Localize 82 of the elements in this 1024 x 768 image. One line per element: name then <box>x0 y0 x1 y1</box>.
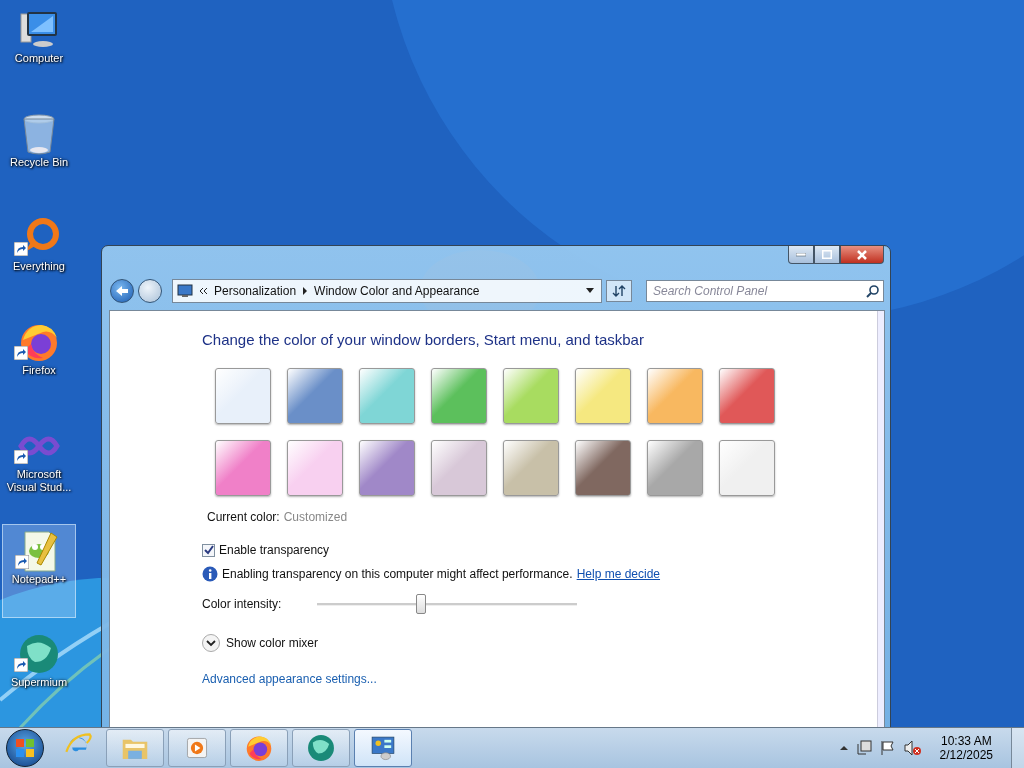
intensity-label: Color intensity: <box>202 597 282 611</box>
help-link[interactable]: Help me decide <box>576 567 661 581</box>
color-swatch[interactable] <box>503 368 559 424</box>
monitor-icon <box>177 284 193 298</box>
show-desktop-button[interactable] <box>1011 728 1024 768</box>
color-swatch[interactable] <box>359 368 415 424</box>
globe-icon <box>17 632 61 676</box>
windows-logo-icon <box>15 738 35 758</box>
color-swatch[interactable] <box>215 440 271 496</box>
forward-button[interactable] <box>138 279 162 303</box>
clock-date[interactable]: 2/12/2025 <box>939 748 993 762</box>
minimize-icon <box>796 252 806 257</box>
color-swatch[interactable] <box>431 440 487 496</box>
info-icon <box>202 566 218 582</box>
page-heading: Change the color of your window borders, Start menu, and taskbar <box>202 331 645 348</box>
expand-button[interactable] <box>202 634 220 652</box>
color-swatch[interactable] <box>215 368 271 424</box>
desktop-icon-label: Recycle Bin <box>9 156 69 169</box>
desktop-icon-label: Firefox <box>22 364 56 377</box>
desktop-shortcut[interactable]: Notepad++ <box>2 524 76 618</box>
color-swatch[interactable] <box>719 368 775 424</box>
current-color-label: Current color: <box>207 510 280 524</box>
taskbar-button[interactable] <box>292 729 350 767</box>
current-color-value: Customized <box>283 510 348 524</box>
color-mixer-label: Show color mixer <box>226 636 319 650</box>
desktop-shortcut[interactable]: Everything <box>2 212 76 306</box>
chevrons-icon <box>199 287 208 295</box>
refresh-icon <box>612 284 626 298</box>
chevron-down-icon <box>206 639 216 647</box>
desktop-shortcut[interactable]: Firefox <box>2 316 76 410</box>
close-icon <box>856 249 868 260</box>
color-swatch[interactable] <box>287 440 343 496</box>
start-button[interactable] <box>6 729 44 767</box>
clock-time[interactable]: 10:33 AM <box>940 734 992 748</box>
maximize-button[interactable] <box>814 246 840 264</box>
color-swatch[interactable] <box>719 440 775 496</box>
color-swatch[interactable] <box>503 440 559 496</box>
fox-browser-icon <box>244 733 274 763</box>
breadcrumb[interactable]: Window Color and Appearance <box>314 284 480 298</box>
maximize-icon <box>822 250 832 259</box>
taskbar-button[interactable] <box>230 729 288 767</box>
search-icon[interactable] <box>866 284 880 298</box>
desktop-icon-label: Computer <box>14 52 64 65</box>
taskbar-button[interactable] <box>168 729 226 767</box>
color-swatch[interactable] <box>575 368 631 424</box>
intensity-slider[interactable] <box>317 592 578 616</box>
speaker-muted-icon[interactable] <box>903 740 922 756</box>
desktop-icon-label: Supermium <box>10 676 68 689</box>
control-panel-icon <box>368 733 398 763</box>
desktop-icon-label: Everything <box>13 260 65 273</box>
color-swatch[interactable] <box>287 368 343 424</box>
flag-icon[interactable] <box>879 740 896 756</box>
desktop-icon-label: Microsoft Visual Stud... <box>5 468 73 494</box>
scrollbar[interactable] <box>877 311 884 727</box>
network-icon[interactable] <box>855 740 872 756</box>
desktop-shortcut[interactable]: Computer <box>2 4 76 98</box>
color-swatch[interactable] <box>647 440 703 496</box>
color-swatch[interactable] <box>575 440 631 496</box>
color-swatch[interactable] <box>431 368 487 424</box>
desktop-icon-label: Notepad++ <box>11 573 67 586</box>
back-arrow-icon <box>115 285 129 297</box>
transparency-label: Enable transparency <box>219 543 330 557</box>
breadcrumb[interactable]: Personalization <box>214 284 297 298</box>
breadcrumb-arrow-icon <box>302 287 309 295</box>
close-button[interactable] <box>840 246 884 264</box>
advanced-settings-link[interactable]: Advanced appearance settings... <box>202 672 377 686</box>
refresh-button[interactable] <box>606 280 632 302</box>
info-text: Enabling transparency on this computer might affect performance. <box>222 567 573 581</box>
desktop-shortcut[interactable]: Recycle Bin <box>2 108 76 202</box>
dropdown-icon[interactable] <box>585 288 595 294</box>
taskbar-button[interactable] <box>106 729 164 767</box>
minimize-button[interactable] <box>788 246 814 264</box>
transparency-checkbox[interactable] <box>202 543 215 557</box>
back-button[interactable] <box>110 279 134 303</box>
search-field[interactable]: Search Control Panel <box>646 280 884 302</box>
show-hidden-icon[interactable] <box>839 745 848 751</box>
globe-icon <box>306 733 336 763</box>
desktop-shortcut[interactable]: Microsoft Visual Stud... <box>2 420 76 514</box>
color-swatch[interactable] <box>359 440 415 496</box>
address-bar[interactable]: Personalization Window Color and Appearance <box>172 279 602 303</box>
color-swatch[interactable] <box>647 368 703 424</box>
taskbar-button[interactable] <box>354 729 412 767</box>
